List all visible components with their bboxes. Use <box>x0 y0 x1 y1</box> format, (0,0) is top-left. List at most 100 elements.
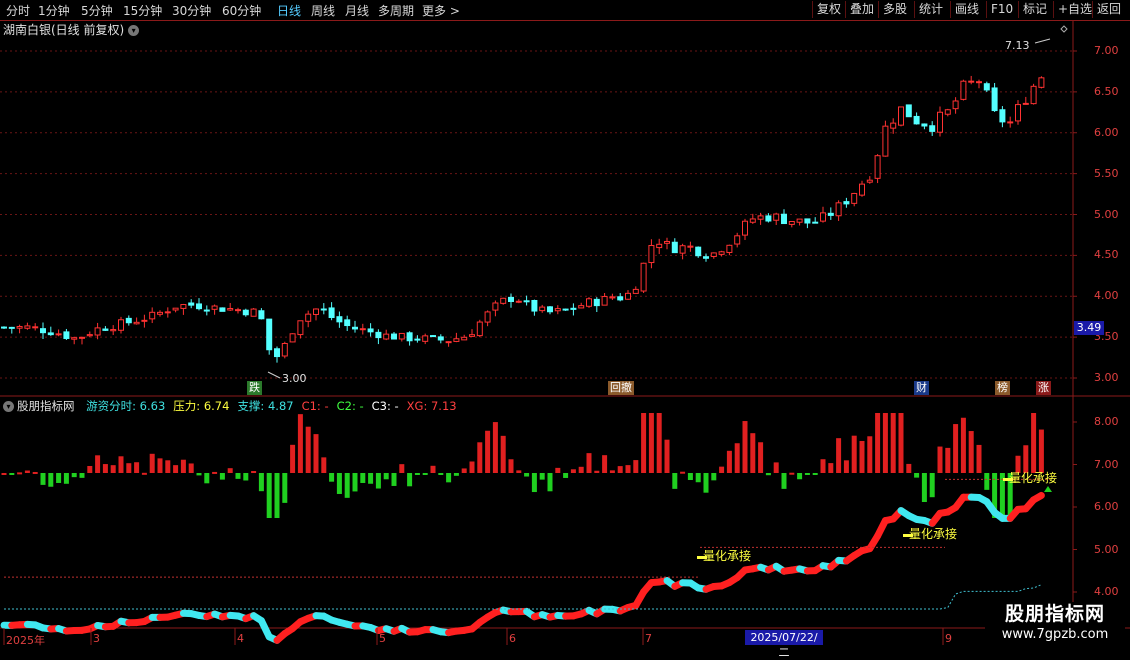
event-tag-zhang[interactable]: 涨 <box>1036 381 1051 395</box>
histogram-bar-down <box>532 473 537 492</box>
candle-body <box>680 246 685 253</box>
histogram-bar-up <box>477 442 482 473</box>
candle-body <box>805 219 810 223</box>
histogram-bar-up <box>228 468 233 473</box>
price-tick-label: 4.00 <box>1094 289 1119 302</box>
candle-body <box>875 156 880 179</box>
histogram-bar-up <box>610 470 615 473</box>
histogram-bar-up <box>142 473 147 475</box>
candle-body <box>1000 110 1005 122</box>
candle-body <box>719 252 724 255</box>
histogram-bar-up <box>594 471 599 473</box>
candle-body <box>548 307 553 312</box>
candle-body <box>446 342 451 343</box>
histogram-bar-up <box>165 460 170 473</box>
histogram-bar-down <box>64 473 69 484</box>
histogram-bar-up <box>828 463 833 473</box>
candle-body <box>594 299 599 305</box>
candle-body <box>501 298 506 303</box>
candle-body <box>431 336 436 337</box>
candle-body <box>41 329 46 333</box>
candle-body <box>454 339 459 342</box>
candle-body <box>977 82 982 83</box>
candle-body <box>587 299 592 307</box>
candle-body <box>423 336 428 341</box>
event-tag-huiche[interactable]: 回撤 <box>608 381 634 395</box>
candle-body <box>407 333 412 341</box>
candle-body <box>376 332 381 337</box>
indicator-field-2: 支撑: 4.87 <box>237 399 293 413</box>
histogram-bar-up <box>158 458 163 473</box>
date-label: 3 <box>93 632 100 645</box>
kline-chart[interactable]: 7.133.00量化承接量化承接量化承接 <box>0 0 1130 650</box>
histogram-bar-down <box>540 473 545 480</box>
candle-body <box>1008 122 1013 123</box>
candle-body <box>228 309 233 311</box>
annotation-label: 量化承接 <box>909 526 957 541</box>
candle-body <box>688 246 693 247</box>
candle-body <box>2 327 7 328</box>
candle-body <box>64 332 69 339</box>
candle-body <box>345 320 350 326</box>
event-tag-bang[interactable]: 榜 <box>995 381 1010 395</box>
candle-body <box>134 322 139 323</box>
histogram-bar-down <box>236 473 241 479</box>
histogram-bar-up <box>314 434 319 473</box>
candle-body <box>48 333 53 335</box>
candle-body <box>930 126 935 132</box>
histogram-bar-up <box>25 471 30 473</box>
histogram-bar-up <box>470 461 475 473</box>
histogram-bar-down <box>454 473 459 476</box>
candle-body <box>696 247 701 256</box>
histogram-bar-up <box>571 469 576 473</box>
candle-body <box>828 213 833 215</box>
histogram-bar-down <box>204 473 209 483</box>
histogram-bar-up <box>844 460 849 473</box>
histogram-bar-up <box>774 462 779 473</box>
watermark-logo: 股朋指标网 www.7gpzb.com <box>985 602 1125 647</box>
histogram-bar-down <box>766 473 771 475</box>
candle-body <box>727 245 732 252</box>
candle-body <box>95 328 100 335</box>
histogram-bar-down <box>688 473 693 480</box>
candle-body <box>142 320 147 321</box>
histogram-bar-down <box>392 473 397 486</box>
histogram-bar-down <box>360 473 365 483</box>
histogram-bar-up <box>1039 430 1044 473</box>
price-tick-label: 7.00 <box>1094 44 1119 57</box>
indicator-menu-icon[interactable]: ▾ <box>3 401 14 412</box>
candle-body <box>158 312 163 314</box>
price-tick-label: 6.50 <box>1094 85 1119 98</box>
histogram-bar-up <box>95 455 100 473</box>
candle-body <box>922 124 927 126</box>
current-price-marker: 3.49 <box>1074 321 1104 335</box>
histogram-bar-up <box>1023 445 1028 473</box>
histogram-bar-up <box>103 464 108 473</box>
candle-body <box>337 317 342 322</box>
candle-body <box>563 309 568 310</box>
candle-body <box>9 327 14 328</box>
histogram-bar-up <box>719 467 724 473</box>
candle-body <box>618 297 623 300</box>
candle-body <box>891 123 896 128</box>
candle-body <box>251 309 256 316</box>
candle-body <box>236 310 241 311</box>
candle-body <box>399 333 404 339</box>
histogram-bar-up <box>493 422 498 473</box>
histogram-bar-up <box>189 463 194 473</box>
candle-body <box>392 334 397 339</box>
event-tag-die[interactable]: 跌 <box>247 381 262 395</box>
candle-body <box>641 263 646 291</box>
candle-body <box>368 329 373 332</box>
histogram-bar-down <box>72 473 77 477</box>
histogram-bar-up <box>626 465 631 473</box>
histogram-bar-down <box>446 473 451 482</box>
candle-body <box>626 293 631 299</box>
histogram-bar-down <box>914 473 919 478</box>
candle-body <box>150 312 155 319</box>
histogram-bar-up <box>119 456 124 473</box>
event-tag-cai[interactable]: 财 <box>914 381 929 395</box>
ind-tick-label: 4.00 <box>1094 585 1119 598</box>
candle-body <box>821 213 826 221</box>
candle-body <box>111 330 116 331</box>
